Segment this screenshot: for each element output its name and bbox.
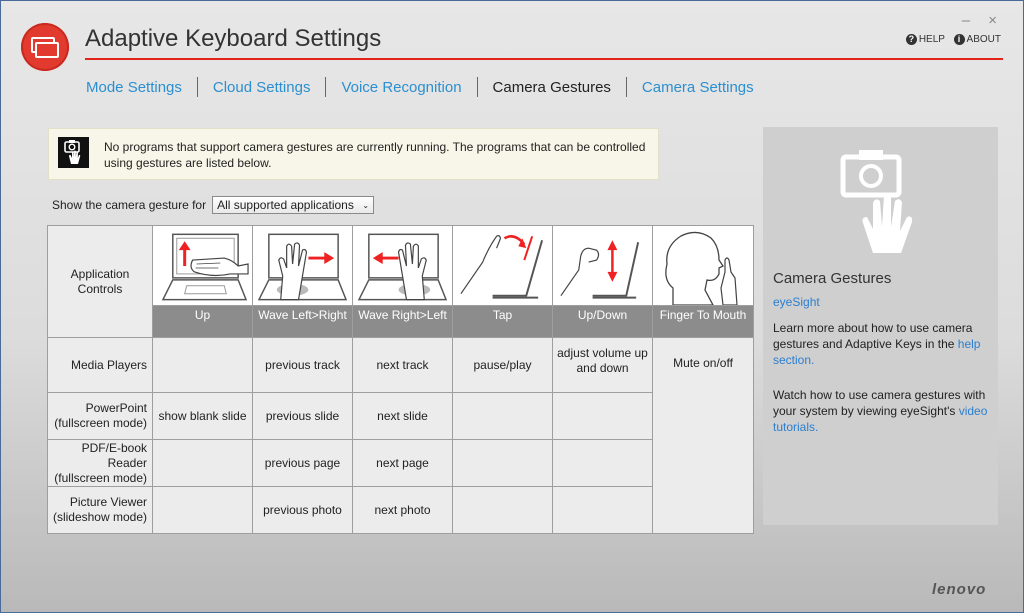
gesture-wave-left-right-icon (252, 225, 353, 306)
app-name-cell: PowerPoint (fullscreen mode) (47, 392, 153, 440)
gesture-filter: Show the camera gesture for All supporte… (52, 196, 375, 214)
camera-hand-icon (58, 137, 89, 168)
action-cell: show blank slide (152, 392, 253, 440)
help-icon: ? (905, 34, 917, 45)
tab-separator (325, 77, 327, 97)
close-button[interactable]: × (988, 12, 997, 29)
minimize-button[interactable]: – (962, 12, 970, 29)
gesture-label: Finger To Mouth (652, 305, 754, 338)
action-cell (452, 392, 553, 440)
help-paragraph: Learn more about how to use camera gestu… (773, 321, 981, 367)
gesture-label: Wave Right>Left (352, 305, 453, 338)
app-window: Adaptive Keyboard Settings – × ? HELP i AB… (0, 0, 1024, 613)
tab-separator (625, 77, 627, 97)
eyesight-link[interactable]: eyeSight (773, 295, 820, 309)
action-cell: previous photo (252, 486, 353, 534)
action-cell: adjust volume up and down (552, 337, 653, 393)
app-title: Adaptive Keyboard Settings (85, 25, 382, 52)
window-controls: – × (948, 12, 997, 29)
app-name-cell: Media Players (47, 337, 153, 393)
gesture-up-down-icon (552, 225, 653, 306)
info-side-panel: Camera Gestures eyeSight Learn more abou… (763, 127, 998, 525)
action-cell: previous slide (252, 392, 353, 440)
action-cell: previous track (252, 337, 353, 393)
action-cell (552, 392, 653, 440)
action-cell (452, 486, 553, 534)
header-divider (85, 58, 1003, 60)
action-cell (152, 439, 253, 487)
chevron-down-icon: ⌄ (362, 200, 370, 210)
help-link[interactable]: ? HELP (905, 34, 945, 45)
app-name-cell: PDF/E-book Reader (fullscreen mode) (47, 439, 153, 487)
side-title: Camera Gestures (773, 270, 892, 287)
application-filter-dropdown[interactable]: All supported applications ⌄ (212, 196, 375, 214)
tab-mode-settings[interactable]: Mode Settings (86, 79, 182, 96)
notice-banner: No programs that support camera gestures… (48, 128, 659, 180)
filter-selected-value: All supported applications (217, 198, 354, 212)
tab-camera-gestures[interactable]: Camera Gestures (493, 79, 611, 96)
gesture-label: Up/Down (552, 305, 653, 338)
action-cell: next track (352, 337, 453, 393)
tab-cloud-settings[interactable]: Cloud Settings (213, 79, 311, 96)
action-cell: next photo (352, 486, 453, 534)
table-row: Media Players previous track next track … (47, 337, 754, 534)
gesture-up-icon (152, 225, 253, 306)
app-logo-icon (21, 23, 69, 71)
gesture-wave-right-left-icon (352, 225, 453, 306)
tab-camera-settings[interactable]: Camera Settings (642, 79, 754, 96)
mute-action-cell: Mute on/off (652, 337, 754, 534)
table-row: Picture Viewer (slideshow mode) previous… (47, 486, 754, 534)
gesture-label: Wave Left>Right (252, 305, 353, 338)
tab-voice-recognition[interactable]: Voice Recognition (341, 79, 461, 96)
video-paragraph: Watch how to use camera gestures with yo… (773, 388, 988, 434)
action-cell: previous page (252, 439, 353, 487)
table-corner-label: Application Controls (47, 225, 153, 338)
camera-gesture-icon (839, 147, 925, 262)
gesture-tap-icon (452, 225, 553, 306)
notice-text: No programs that support camera gestures… (104, 140, 646, 170)
tab-bar: Mode Settings Cloud Settings Voice Recog… (86, 77, 754, 97)
gesture-table: Application Controls Up Wave Left>Right … (47, 225, 754, 534)
gesture-label: Tap (452, 305, 553, 338)
lenovo-logo: lenovo (932, 581, 987, 598)
table-row: PDF/E-book Reader (fullscreen mode) prev… (47, 439, 754, 487)
action-cell: next slide (352, 392, 453, 440)
gesture-finger-to-mouth-icon (652, 225, 754, 306)
tab-separator (196, 77, 198, 97)
action-cell: pause/play (452, 337, 553, 393)
table-row: PowerPoint (fullscreen mode) show blank … (47, 392, 754, 440)
action-cell (552, 439, 653, 487)
app-name-cell: Picture Viewer (slideshow mode) (47, 486, 153, 534)
info-icon: i (953, 34, 965, 45)
help-about-bar: ? HELP i ABOUT (900, 34, 1001, 45)
action-cell (552, 486, 653, 534)
about-link[interactable]: i ABOUT (953, 34, 1001, 45)
action-cell (452, 439, 553, 487)
gesture-label: Up (152, 305, 253, 338)
tab-separator (476, 77, 478, 97)
action-cell (152, 337, 253, 393)
filter-label: Show the camera gesture for (52, 198, 207, 212)
action-cell (152, 486, 253, 534)
action-cell: next page (352, 439, 453, 487)
